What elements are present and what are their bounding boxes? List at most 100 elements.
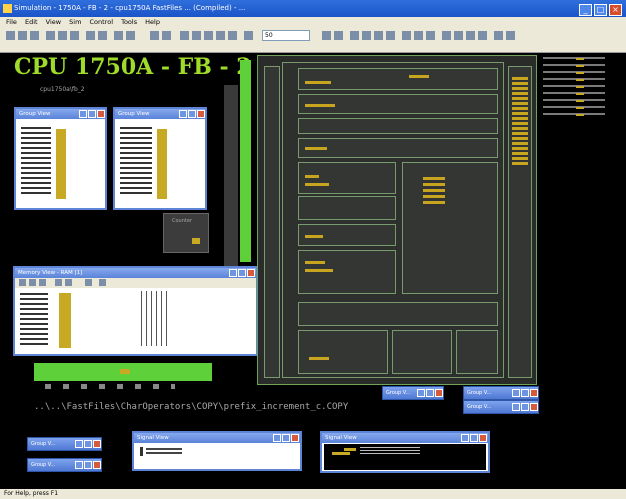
paste-icon[interactable]: [70, 31, 79, 40]
group-view-window-2[interactable]: Group View: [113, 107, 207, 210]
maximize-icon[interactable]: □: [594, 4, 607, 16]
minimize-icon[interactable]: [461, 434, 469, 442]
close-icon[interactable]: ×: [609, 4, 622, 16]
minimized-window-4[interactable]: Group V...: [27, 437, 102, 451]
group-view-window-1[interactable]: Group View: [14, 107, 107, 210]
minimize-icon[interactable]: [229, 269, 237, 277]
tool-icon-4[interactable]: [386, 31, 395, 40]
restore-icon[interactable]: [512, 389, 520, 397]
maximize-icon[interactable]: [238, 269, 246, 277]
help-icon[interactable]: [126, 31, 135, 40]
menu-file[interactable]: File: [6, 18, 17, 26]
reset-icon[interactable]: [228, 31, 237, 40]
address-block: [298, 118, 498, 134]
maximize-icon[interactable]: [188, 110, 196, 118]
mem-tool-icon-5[interactable]: [65, 279, 72, 286]
restore-icon[interactable]: [512, 403, 520, 411]
close-icon[interactable]: [291, 434, 299, 442]
stop-icon[interactable]: [216, 31, 225, 40]
close-icon[interactable]: [435, 389, 443, 397]
timer-block: [392, 330, 452, 374]
mem-tool-icon-4[interactable]: [55, 279, 62, 286]
close-icon[interactable]: [97, 110, 105, 118]
maximize-icon[interactable]: [88, 110, 96, 118]
minimize-icon[interactable]: [179, 110, 187, 118]
signal-names: [146, 448, 182, 456]
maximize-icon[interactable]: [426, 389, 434, 397]
open-icon[interactable]: [18, 31, 27, 40]
minimize-icon[interactable]: _: [579, 4, 592, 16]
mem-tool-icon-2[interactable]: [29, 279, 36, 286]
restore-icon[interactable]: [75, 440, 83, 448]
menu-view[interactable]: View: [46, 18, 61, 26]
new-icon[interactable]: [6, 31, 15, 40]
close-icon[interactable]: [197, 110, 205, 118]
tool-icon-2[interactable]: [362, 31, 371, 40]
minimized-window-1[interactable]: Group V...: [382, 386, 444, 400]
zoom-in-icon[interactable]: [244, 31, 253, 40]
minimized-window-5[interactable]: Group V...: [27, 458, 102, 472]
minimize-icon[interactable]: [79, 110, 87, 118]
redo-icon[interactable]: [98, 31, 107, 40]
hex-column: [141, 291, 171, 346]
grid-icon[interactable]: [322, 31, 331, 40]
run-icon[interactable]: [150, 31, 159, 40]
signal-view-window-2[interactable]: Signal View: [320, 431, 490, 473]
maximize-icon[interactable]: [84, 440, 92, 448]
tool-icon-12[interactable]: [494, 31, 503, 40]
step-icon[interactable]: [180, 31, 189, 40]
tool-icon-6[interactable]: [414, 31, 423, 40]
minimize-icon[interactable]: [273, 434, 281, 442]
step-back-icon[interactable]: [204, 31, 213, 40]
menu-control[interactable]: Control: [90, 18, 114, 26]
window-title: Simulation - 1750A - FB - 2 - cpu1750A F…: [14, 4, 246, 12]
menu-help[interactable]: Help: [145, 18, 160, 26]
restore-icon[interactable]: [75, 461, 83, 469]
layer-icon[interactable]: [334, 31, 343, 40]
tool-icon-5[interactable]: [402, 31, 411, 40]
close-icon[interactable]: [247, 269, 255, 277]
signal-value-2: [344, 448, 356, 451]
tool-icon-11[interactable]: [478, 31, 487, 40]
tool-icon-7[interactable]: [426, 31, 435, 40]
mem-tool-icon-6[interactable]: [85, 279, 92, 286]
counter-label: Counter: [172, 218, 192, 224]
close-icon[interactable]: [479, 434, 487, 442]
mem-tool-icon-7[interactable]: [99, 279, 106, 286]
mem-tool-icon-1[interactable]: [19, 279, 26, 286]
menu-tools[interactable]: Tools: [121, 18, 137, 26]
minimized-window-3[interactable]: Group V...: [463, 400, 539, 414]
close-icon[interactable]: [530, 403, 538, 411]
tool-icon-9[interactable]: [454, 31, 463, 40]
maximize-icon[interactable]: [521, 389, 529, 397]
maximize-icon[interactable]: [521, 403, 529, 411]
find-icon[interactable]: [114, 31, 123, 40]
tool-icon-8[interactable]: [442, 31, 451, 40]
save-icon[interactable]: [30, 31, 39, 40]
pause-icon[interactable]: [162, 31, 171, 40]
restore-icon[interactable]: [417, 389, 425, 397]
counter-value: [192, 238, 200, 244]
tool-icon-10[interactable]: [466, 31, 475, 40]
close-icon[interactable]: [530, 389, 538, 397]
minimized-window-2[interactable]: Group V...: [463, 386, 539, 400]
signal-view-window-1[interactable]: Signal View: [132, 431, 302, 471]
io-block: [298, 330, 388, 374]
cut-icon[interactable]: [46, 31, 55, 40]
copy-icon[interactable]: [58, 31, 67, 40]
mem-tool-icon-3[interactable]: [39, 279, 46, 286]
tool-icon-1[interactable]: [350, 31, 359, 40]
undo-icon[interactable]: [86, 31, 95, 40]
zoom-select[interactable]: 50: [262, 30, 310, 41]
maximize-icon[interactable]: [84, 461, 92, 469]
tool-icon-13[interactable]: [506, 31, 515, 40]
menu-sim[interactable]: Sim: [69, 18, 81, 26]
maximize-icon[interactable]: [282, 434, 290, 442]
close-icon[interactable]: [93, 440, 101, 448]
step-over-icon[interactable]: [192, 31, 201, 40]
close-icon[interactable]: [93, 461, 101, 469]
maximize-icon[interactable]: [470, 434, 478, 442]
memory-view-window[interactable]: Memory View - RAM [1]: [13, 266, 258, 356]
tool-icon-3[interactable]: [374, 31, 383, 40]
menu-edit[interactable]: Edit: [25, 18, 38, 26]
